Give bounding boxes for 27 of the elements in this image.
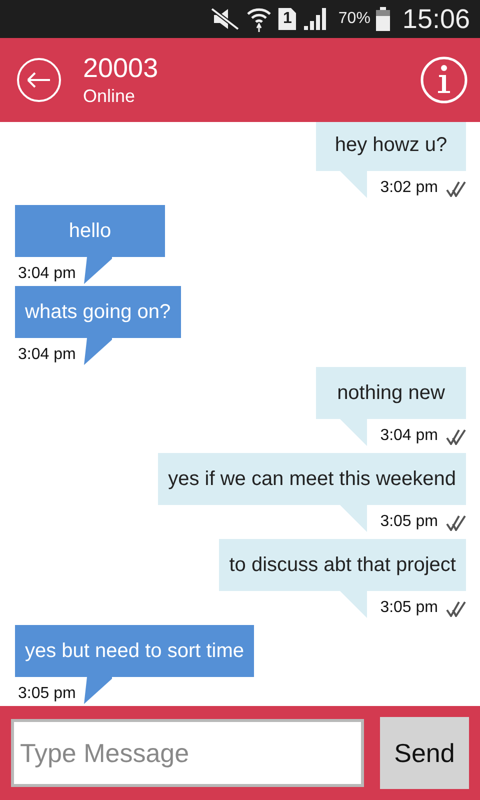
message-time: 3:05 pm xyxy=(18,685,76,703)
message-time: 3:04 pm xyxy=(18,346,76,364)
battery-percent: 70% xyxy=(338,10,370,28)
double-check-icon xyxy=(446,429,466,445)
send-button[interactable]: Send xyxy=(380,717,469,789)
message-time: 3:04 pm xyxy=(18,265,76,283)
double-check-icon xyxy=(446,181,466,197)
contact-name: 20003 xyxy=(83,52,160,84)
back-button[interactable] xyxy=(15,56,63,104)
contact-status: Online xyxy=(83,85,136,108)
signal-icon xyxy=(302,8,326,30)
wifi-icon xyxy=(246,6,272,32)
bubble-tail xyxy=(82,257,112,284)
double-check-icon xyxy=(446,515,466,531)
sim-icon: 1 xyxy=(278,8,296,30)
bubble-tail xyxy=(82,677,112,704)
battery-icon xyxy=(376,7,390,31)
clock: 15:06 xyxy=(402,4,470,34)
message-time: 3:02 pm xyxy=(380,179,438,197)
message-time: 3:05 pm xyxy=(380,599,438,617)
info-button[interactable] xyxy=(420,56,468,104)
message-input[interactable]: Type Message xyxy=(11,719,364,787)
mute-icon xyxy=(210,7,240,31)
message-time: 3:04 pm xyxy=(380,427,438,445)
message-time: 3:05 pm xyxy=(380,513,438,531)
bubble-tail xyxy=(82,338,112,365)
double-check-icon xyxy=(446,601,466,617)
